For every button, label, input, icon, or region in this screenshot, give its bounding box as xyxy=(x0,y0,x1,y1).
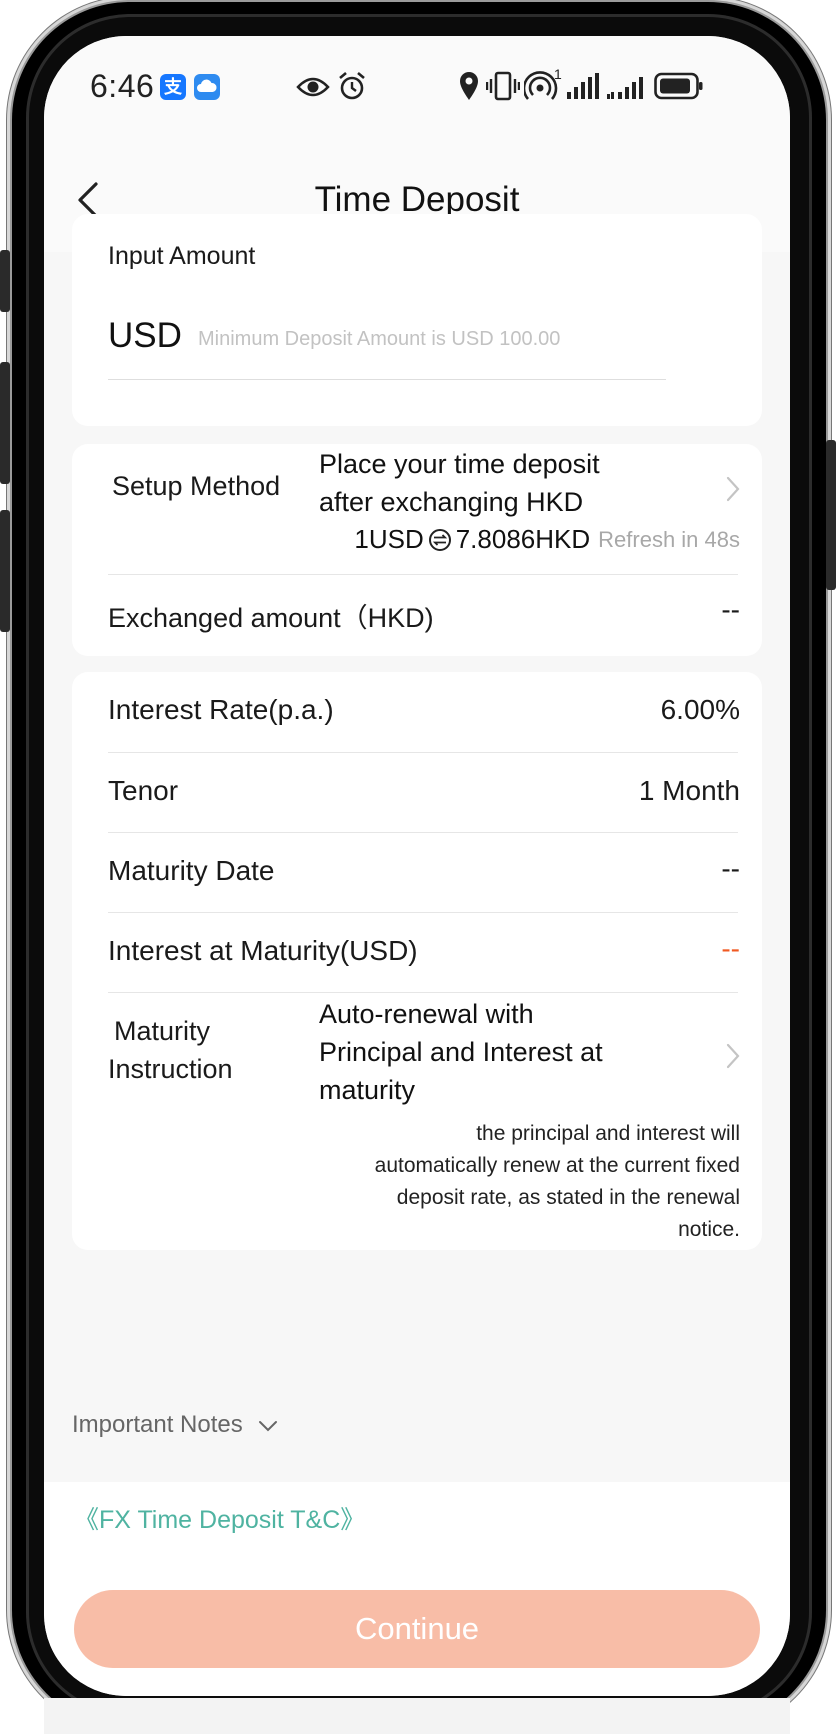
footer-panel: 《FX Time Deposit T&C》 Continue xyxy=(44,1482,790,1696)
alarm-icon xyxy=(339,72,365,100)
important-notes-toggle[interactable]: Important Notes xyxy=(72,1411,279,1439)
screen: 6:46 支 1 Time Deposit Input Amount USD M… xyxy=(44,36,790,1696)
maturity-date-label: Maturity Date xyxy=(108,855,275,886)
exchange-icon xyxy=(428,528,451,551)
maturity-date-value: -- xyxy=(721,853,740,884)
refresh-countdown: Refresh in 48s xyxy=(598,526,740,552)
cloud-icon xyxy=(194,74,220,100)
description-line: deposit rate, as stated in the renewal xyxy=(396,1186,740,1209)
status-time: 6:46 xyxy=(90,68,155,104)
tenor-value: 1 Month xyxy=(638,775,740,806)
phone-side-button xyxy=(0,250,10,312)
maturity-instruction-description: the principal and interest will automati… xyxy=(320,1118,740,1246)
divider xyxy=(108,992,738,993)
setup-card: Setup Method Place your time deposit aft… xyxy=(72,444,762,656)
description-line: automatically renew at the current fixed xyxy=(374,1154,740,1177)
signal-icon xyxy=(567,73,599,99)
interest-at-maturity-label: Interest at Maturity(USD) xyxy=(108,935,418,966)
battery-icon xyxy=(654,72,703,100)
maturity-instruction-label-line1: Maturity xyxy=(114,1016,211,1046)
under-screen-strip xyxy=(44,1698,790,1734)
amount-card: Input Amount USD xyxy=(72,214,762,426)
chevron-right-icon xyxy=(726,1043,740,1069)
maturity-instruction-value-line1: Auto-renewal with xyxy=(319,999,534,1029)
divider xyxy=(108,832,738,833)
vibrate-icon xyxy=(486,71,520,101)
hotspot-count: 1 xyxy=(554,66,562,82)
divider xyxy=(108,912,738,913)
maturity-instruction-value-line3: maturity xyxy=(319,1075,416,1105)
chevron-down-icon xyxy=(259,1420,278,1432)
setup-method-selector[interactable]: Place your time deposit after exchanging… xyxy=(292,444,762,517)
tenor-label: Tenor xyxy=(108,775,179,806)
tnc-link[interactable]: 《FX Time Deposit T&C》 xyxy=(74,1500,365,1536)
rate-from: 1USD xyxy=(354,524,424,554)
phone-side-button xyxy=(0,362,10,484)
interest-rate-label: Interest Rate(p.a.) xyxy=(108,694,334,725)
important-notes-label: Important Notes xyxy=(72,1411,243,1438)
maturity-instruction-value-line2: Principal and Interest at xyxy=(319,1037,603,1067)
eye-icon xyxy=(296,77,330,97)
divider xyxy=(108,574,738,575)
input-amount-label: Input Amount xyxy=(108,242,256,270)
setup-method-value-line2: after exchanging HKD xyxy=(319,487,584,517)
exchanged-amount-label: Exchanged amount（HKD) xyxy=(108,603,434,633)
rate-to: 7.8086HKD xyxy=(455,524,591,554)
setup-method-value-line1: Place your time deposit xyxy=(319,449,600,479)
divider xyxy=(108,752,738,753)
exchanged-amount-value: -- xyxy=(721,594,740,625)
amount-underline xyxy=(108,379,666,380)
setup-method-label: Setup Method xyxy=(112,471,281,501)
status-bar: 6:46 支 1 xyxy=(44,36,790,146)
maturity-instruction-label-line2: Instruction xyxy=(108,1054,233,1084)
currency-code: USD xyxy=(108,316,182,355)
signal-icon-2 xyxy=(607,77,643,99)
phone-side-button xyxy=(826,440,836,590)
phone-side-button xyxy=(0,510,10,632)
interest-rate-value: 6.00% xyxy=(660,694,740,725)
amount-input[interactable] xyxy=(198,322,698,356)
maturity-instruction-selector[interactable]: Auto-renewal with Principal and Interest… xyxy=(292,994,762,1114)
location-icon xyxy=(460,72,478,100)
continue-button[interactable]: Continue xyxy=(74,1590,760,1668)
details-card: Interest Rate(p.a.) 6.00% Tenor 1 Month … xyxy=(72,672,762,1250)
exchange-rate-row: 1USD 7.8086HKD Refresh in 48s xyxy=(354,524,740,555)
alipay-icon: 支 xyxy=(160,74,186,100)
description-line: the principal and interest will xyxy=(476,1122,740,1145)
interest-at-maturity-value: -- xyxy=(721,933,740,964)
chevron-right-icon xyxy=(726,476,740,502)
description-line: notice. xyxy=(678,1218,740,1241)
